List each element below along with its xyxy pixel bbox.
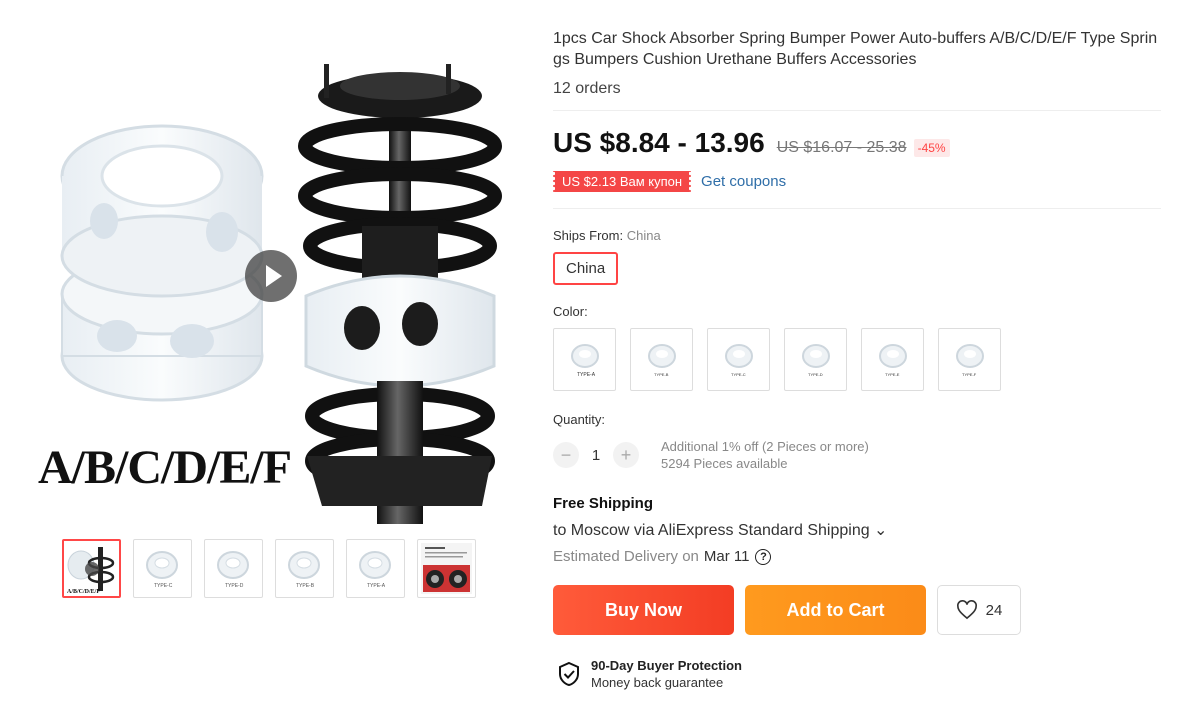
quantity-increase-button[interactable]: + [613, 442, 639, 468]
quantity-decrease-button[interactable]: − [553, 442, 579, 468]
delivery-date: Mar 11 [703, 548, 750, 565]
current-price: US $8.84 - 13.96 [553, 127, 765, 158]
coupon-badge: US $2.13 Вам купон [551, 171, 693, 192]
svg-text:TYPE-C: TYPE-C [154, 583, 173, 589]
stock-available: 5294 Pieces available [661, 456, 788, 471]
product-details: 1pcs Car Shock Absorber Spring Bumper Po… [551, 28, 1161, 691]
shipping-title: Free Shipping [553, 495, 654, 512]
color-swatch-image: TYPE-A [570, 343, 599, 378]
color-option-label: TYPE-F [962, 372, 977, 377]
protection-title: 90-Day Buyer Protection [591, 658, 742, 673]
coupon-row: US $2.13 Вам купон Get coupons [551, 171, 1161, 192]
shield-check-icon [559, 661, 579, 687]
protection-subtitle: Money back guarantee [591, 675, 724, 690]
thumbnail-4[interactable]: TYPE-B [275, 539, 334, 598]
bulk-discount-note: Additional 1% off (2 Pieces or more) [661, 439, 869, 454]
quantity-label: Quantity: [553, 412, 606, 427]
thumbnail-image: TYPE-A [359, 551, 391, 589]
color-options: TYPE-A TYPE-B TYPE-C TYPE-D TYPE-E TYPE-… [553, 328, 1161, 391]
thumbnail-1[interactable]: A/B/C/D/E/F [62, 539, 121, 598]
add-to-cart-button[interactable]: Add to Cart [745, 585, 926, 635]
color-option-type-d[interactable]: TYPE-D [784, 328, 847, 391]
wishlist-button[interactable]: 24 [937, 585, 1021, 635]
estimated-delivery-label: Estimated Delivery on [553, 548, 699, 565]
color-label: Color: [553, 304, 588, 319]
order-count: 12 orders [553, 80, 621, 97]
divider [553, 110, 1161, 111]
color-swatch-image: TYPE-F [955, 343, 984, 377]
buyer-protection-text: 90-Day Buyer Protection Money back guara… [591, 657, 742, 691]
shipping-method-selector[interactable]: to Moscow via AliExpress Standard Shippi… [553, 520, 1161, 540]
divider [553, 208, 1161, 209]
ships-from-value: China [626, 228, 661, 243]
play-video-button[interactable] [245, 250, 297, 302]
thumbnail-2[interactable]: TYPE-C [133, 539, 192, 598]
color-option-label: TYPE-D [808, 372, 823, 377]
buyer-protection: 90-Day Buyer Protection Money back guara… [557, 657, 1161, 691]
thumbnail-image: TYPE-B [288, 551, 320, 589]
color-option-type-f[interactable]: TYPE-F [938, 328, 1001, 391]
thumbnail-strip: A/B/C/D/E/F TYPE-C TYPE-D TYPE-B TYPE-A [62, 539, 476, 598]
thumbnail-3[interactable]: TYPE-D [204, 539, 263, 598]
color-option-type-e[interactable]: TYPE-E [861, 328, 924, 391]
color-option-type-c[interactable]: TYPE-C [707, 328, 770, 391]
buy-now-button[interactable]: Buy Now [553, 585, 734, 635]
heart-icon [956, 600, 977, 620]
color-option-label: TYPE-B [654, 372, 669, 377]
svg-text:TYPE-D: TYPE-D [225, 583, 244, 589]
thumbnail-5[interactable]: TYPE-A [346, 539, 405, 598]
color-swatch-image: TYPE-D [801, 343, 830, 377]
color-swatch-image: TYPE-B [647, 343, 676, 377]
thumbnail-image: A/B/C/D/E/F [67, 547, 115, 595]
color-option-label: TYPE-C [731, 372, 746, 377]
thumbnail-image: TYPE-D [217, 551, 249, 589]
image-caption: A/B/C/D/E/F [38, 441, 292, 494]
color-option-label: TYPE-A [577, 372, 596, 378]
color-option-type-a[interactable]: TYPE-A [553, 328, 616, 391]
thumbnail-image: TYPE-C [146, 551, 178, 589]
original-price: US $16.07 - 25.38 [776, 139, 907, 156]
thumbnail-6[interactable] [417, 539, 476, 598]
thumbnail-image [421, 543, 472, 594]
svg-text:TYPE-A: TYPE-A [367, 583, 386, 589]
ships-from-label: Ships From: China [553, 228, 1161, 243]
quantity-stepper: − 1 + Additional 1% off (2 Pieces or mor… [553, 438, 1161, 472]
color-option-label: TYPE-E [885, 372, 900, 377]
svg-text:TYPE-B: TYPE-B [296, 583, 315, 589]
get-coupons-link[interactable]: Get coupons [701, 173, 786, 190]
main-product-image[interactable]: A/B/C/D/E/F [22, 36, 522, 524]
ships-from-title: Ships From: [553, 228, 624, 243]
color-swatch-image: TYPE-C [724, 343, 753, 377]
action-buttons: Buy Now Add to Cart 24 [553, 585, 1161, 635]
quantity-info: Additional 1% off (2 Pieces or more) 529… [661, 438, 869, 472]
ships-from-option[interactable]: China [553, 252, 619, 285]
wishlist-count: 24 [985, 601, 1003, 619]
estimated-delivery: Estimated Delivery on Mar 11 ? [553, 548, 1161, 565]
product-title: 1pcs Car Shock Absorber Spring Bumper Po… [553, 30, 1158, 68]
svg-text:A/B/C/D/E/F: A/B/C/D/E/F [67, 589, 100, 595]
color-option-type-b[interactable]: TYPE-B [630, 328, 693, 391]
quantity-input[interactable]: 1 [579, 447, 613, 464]
help-icon[interactable]: ? [755, 548, 772, 565]
discount-badge: -45% [913, 139, 950, 157]
price-row: US $8.84 - 13.96 US $16.07 - 25.38 -45% [553, 127, 1161, 159]
color-swatch-image: TYPE-E [878, 343, 907, 377]
